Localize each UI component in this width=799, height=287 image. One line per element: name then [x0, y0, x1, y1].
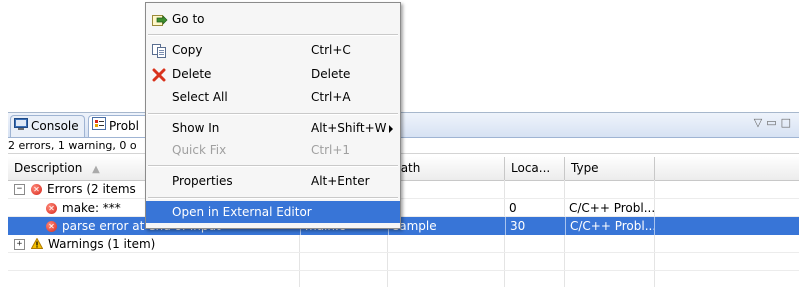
menu-item-select-all[interactable]: Select All Ctrl+A	[146, 86, 400, 108]
table-row[interactable]: ✕ make: *** 0 C/C++ Probl...	[8, 199, 799, 217]
menu-item-go-to[interactable]: Go to	[146, 8, 400, 30]
collapse-icon[interactable]: −	[14, 184, 25, 195]
menu-separator	[148, 113, 398, 115]
table-row[interactable]: + Warnings (1 item)	[8, 235, 799, 253]
view-toolbar: ▽▭□	[754, 116, 795, 129]
menu-item-quick-fix[interactable]: Quick Fix Ctrl+1	[146, 139, 400, 161]
warning-icon	[30, 236, 44, 254]
menu-item-delete[interactable]: Delete Delete	[146, 63, 400, 85]
copy-icon	[152, 43, 167, 65]
view-tab-bar: Console Probl ▽▭□	[8, 113, 799, 138]
submenu-arrow-icon	[389, 125, 393, 133]
menu-separator	[148, 34, 398, 36]
menu-separator	[148, 165, 398, 167]
context-menu: Go to Copy Ctrl+C Delete Delete Select A…	[145, 2, 401, 229]
table-row-selected[interactable]: ✕parse error at end of input main.c samp…	[8, 217, 799, 235]
problems-view: Console Probl ▽▭□ 2 errors, 1 warning, 0…	[8, 112, 799, 287]
column-type[interactable]: Type	[565, 157, 655, 180]
sort-ascending-icon: ▲	[92, 164, 100, 175]
table-header: Description ▲ Path Loca... Type	[8, 157, 799, 181]
column-location[interactable]: Loca...	[505, 157, 565, 180]
maximize-icon[interactable]: □	[781, 116, 795, 129]
console-icon	[14, 116, 28, 137]
menu-item-open-in-external-editor[interactable]: Open in External Editor	[146, 201, 400, 223]
tab-console[interactable]: Console	[10, 115, 85, 137]
view-menu-icon[interactable]: ▽	[754, 116, 766, 129]
error-icon: ✕	[31, 184, 42, 195]
tab-console-label: Console	[31, 119, 79, 133]
menu-item-properties[interactable]: Properties Alt+Enter	[146, 170, 400, 192]
tab-problems-label: Probl	[109, 119, 139, 133]
menu-item-copy[interactable]: Copy Ctrl+C	[146, 39, 400, 61]
error-icon: ✕	[46, 221, 57, 232]
goto-icon	[152, 12, 168, 34]
menu-item-show-in[interactable]: Show In Alt+Shift+W	[146, 117, 400, 139]
column-path[interactable]: Path	[388, 157, 505, 180]
problems-icon	[92, 116, 106, 137]
menu-separator	[148, 197, 398, 199]
expand-icon[interactable]: +	[14, 239, 25, 250]
grid-line	[8, 270, 799, 271]
problems-summary: 2 errors, 1 warning, 0 o	[8, 138, 799, 154]
error-icon: ✕	[46, 203, 57, 214]
minimize-icon[interactable]: ▭	[766, 116, 780, 129]
table-row[interactable]: − ✕ Errors (2 items	[8, 180, 799, 198]
